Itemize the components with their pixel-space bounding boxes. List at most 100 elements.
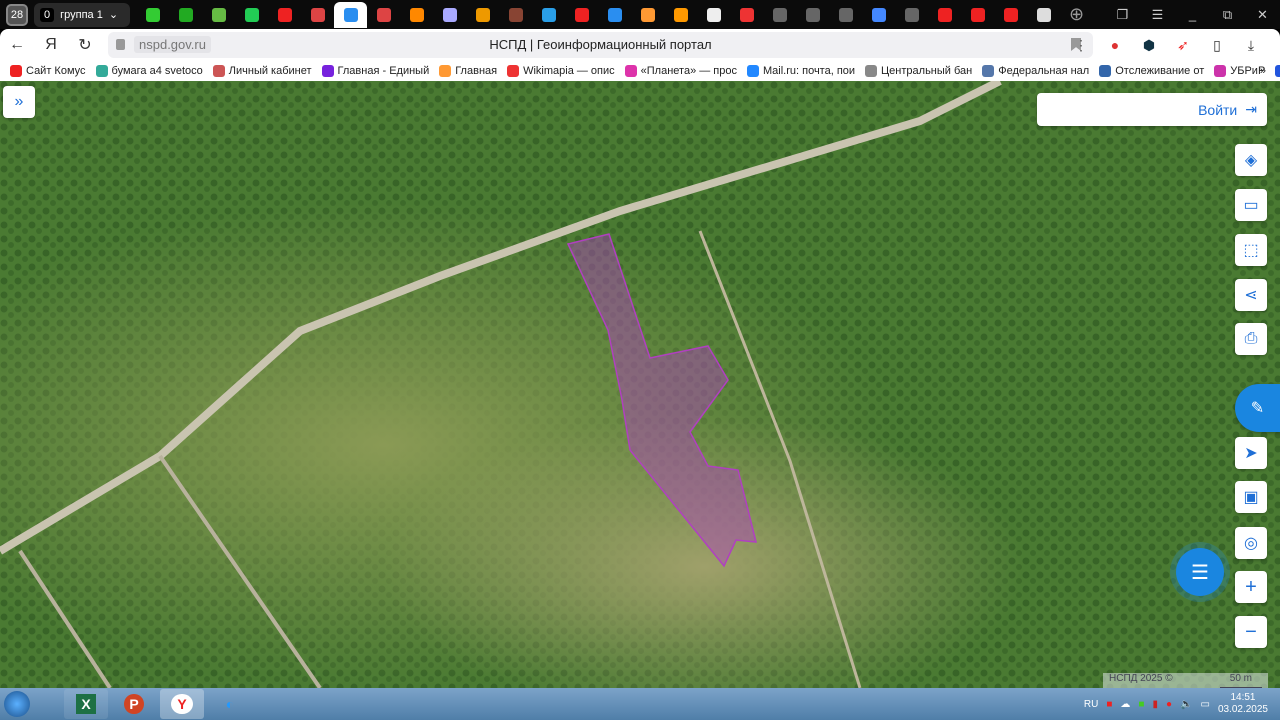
browser-tab[interactable]: [532, 2, 565, 28]
bookmark-item[interactable]: Центральный бан: [865, 65, 972, 77]
tray-battery-icon[interactable]: ▮: [1152, 699, 1158, 710]
bookmark-item[interactable]: Личный кабинет: [212, 65, 312, 77]
yandex-icon: Y: [171, 694, 193, 714]
close-button[interactable]: ✕: [1245, 7, 1280, 23]
bookmark-item[interactable]: Главная: [439, 65, 497, 77]
browser-tab[interactable]: [763, 2, 796, 28]
login-button[interactable]: Войти ⇥: [1037, 93, 1267, 126]
ruler-button[interactable]: ▭: [1235, 189, 1267, 221]
browser-tab[interactable]: [169, 2, 202, 28]
minimap-button[interactable]: ▣: [1235, 481, 1267, 513]
browser-tab[interactable]: [895, 2, 928, 28]
restore-button[interactable]: ⧉: [1210, 7, 1245, 23]
feedback-button[interactable]: ✎: [1235, 384, 1280, 432]
browser-tab[interactable]: [1027, 2, 1060, 28]
browser-tab[interactable]: [235, 2, 268, 28]
bookmark-item[interactable]: бумага а4 svetoco: [95, 65, 203, 77]
zoom-in-button[interactable]: +: [1235, 571, 1267, 603]
browser-tab[interactable]: [136, 2, 169, 28]
browser-tab[interactable]: [367, 2, 400, 28]
tabs-icon[interactable]: ❐: [1105, 7, 1140, 23]
expand-panel-button[interactable]: »: [3, 86, 35, 118]
share-button[interactable]: ⋖: [1235, 279, 1267, 311]
browser-tab[interactable]: [268, 2, 301, 28]
browser-tab[interactable]: [928, 2, 961, 28]
app-taskbar-button[interactable]: ◐: [208, 689, 252, 719]
start-button[interactable]: [0, 688, 34, 720]
bookmark-item[interactable]: Главная - Единый: [321, 65, 429, 77]
bookmark-favicon-icon: [439, 65, 452, 77]
zoom-out-button[interactable]: −: [1235, 616, 1267, 648]
tab-count-button[interactable]: 28: [6, 3, 28, 26]
chat-button[interactable]: ☰: [1176, 548, 1224, 596]
tray-app-icon[interactable]: ■: [1106, 699, 1112, 710]
location-search-button[interactable]: ◎: [1235, 527, 1267, 559]
browser-tab[interactable]: [796, 2, 829, 28]
adblock-icon[interactable]: ●: [1098, 37, 1132, 53]
favicon-icon: [409, 7, 424, 22]
browser-tab[interactable]: [994, 2, 1027, 28]
browser-tab[interactable]: [730, 2, 763, 28]
bookmark-item[interactable]: Mail.ru: почта, пои: [747, 65, 855, 77]
yandex-browser-taskbar-button[interactable]: Y: [160, 689, 204, 719]
bookmark-label: Отслеживание от: [1115, 65, 1205, 77]
yandex-icon[interactable]: Я: [34, 36, 68, 54]
tray-yandex-icon[interactable]: ●: [1166, 699, 1172, 710]
browser-tab[interactable]: [565, 2, 598, 28]
select-area-button[interactable]: ⬚: [1235, 234, 1267, 266]
reload-button[interactable]: ↻: [68, 35, 102, 55]
volume-icon[interactable]: 🔈: [1180, 699, 1192, 710]
browser-tab[interactable]: [400, 2, 433, 28]
excel-taskbar-button[interactable]: X: [64, 689, 108, 719]
print-button[interactable]: ⎙: [1235, 323, 1267, 355]
map-view[interactable]: » Войти ⇥ ◈ ▭ ⬚ ⋖ ⎙ ✎ ➤ ▣ ◎ ☰ + − НСПД 20…: [0, 81, 1280, 688]
rocket-icon[interactable]: ➶: [1166, 37, 1200, 54]
bookmark-item[interactable]: Сайт Комус: [10, 65, 86, 77]
browser-tab[interactable]: [829, 2, 862, 28]
bookmark-item[interactable]: Федеральная нал: [982, 65, 1089, 77]
download-icon[interactable]: ⤓: [1234, 37, 1268, 54]
favicon-icon: [772, 7, 787, 22]
reader-icon[interactable]: ▯: [1200, 37, 1234, 54]
bookmark-item[interactable]: Отслеживание от: [1099, 65, 1204, 77]
tray-cloud-icon[interactable]: ☁: [1120, 699, 1130, 710]
browser-tab[interactable]: [862, 2, 895, 28]
browser-tab[interactable]: [697, 2, 730, 28]
browser-tab[interactable]: [334, 1, 367, 28]
browser-tab[interactable]: [961, 2, 994, 28]
tray-antivirus-icon[interactable]: ■: [1138, 699, 1144, 710]
extension-icon[interactable]: ⬢: [1132, 37, 1166, 54]
geolocation-button[interactable]: ➤: [1235, 437, 1267, 469]
browser-tab[interactable]: [466, 2, 499, 28]
browser-tab[interactable]: [433, 2, 466, 28]
back-button[interactable]: ←: [0, 36, 34, 54]
favicon-icon: [838, 7, 853, 22]
bookmark-label: Федеральная нал: [998, 65, 1090, 77]
browser-tab[interactable]: [631, 2, 664, 28]
url-field[interactable]: nspd.gov.ru НСПД | Геоинформационный пор…: [108, 32, 1093, 58]
clock[interactable]: 14:51 03.02.2025: [1218, 692, 1268, 716]
browser-tab[interactable]: [664, 2, 697, 28]
bookmark-item[interactable]: УБРиР: [1214, 65, 1265, 77]
new-tab-button[interactable]: ⊕: [1060, 2, 1093, 28]
more-icon[interactable]: ⋮: [1064, 37, 1098, 54]
bookmark-item[interactable]: L: [1275, 65, 1280, 77]
browser-tab[interactable]: [301, 2, 334, 28]
feedback-icon: ✎: [1250, 400, 1265, 417]
powerpoint-taskbar-button[interactable]: P: [112, 689, 156, 719]
browser-tab[interactable]: [598, 2, 631, 28]
browser-tab[interactable]: [202, 2, 235, 28]
bookmark-item[interactable]: Wikimapia — опис: [507, 65, 615, 77]
layers-button[interactable]: ◈: [1235, 144, 1267, 176]
favicon-icon: [1003, 7, 1018, 22]
network-icon[interactable]: ▭: [1200, 699, 1209, 710]
language-indicator[interactable]: RU: [1084, 699, 1098, 710]
browser-tab[interactable]: [499, 2, 532, 28]
tab-group[interactable]: 0 группа 1 ⌄: [34, 2, 130, 27]
bookmarks-more-button[interactable]: »: [1260, 65, 1266, 77]
share-icon: ⋖: [1244, 287, 1258, 304]
bookmark-item[interactable]: «Планета» — прос: [624, 65, 737, 77]
minimize-button[interactable]: _: [1175, 7, 1210, 22]
menu-icon[interactable]: ☰: [1140, 7, 1175, 23]
bookmark-favicon-icon: [1275, 65, 1280, 77]
